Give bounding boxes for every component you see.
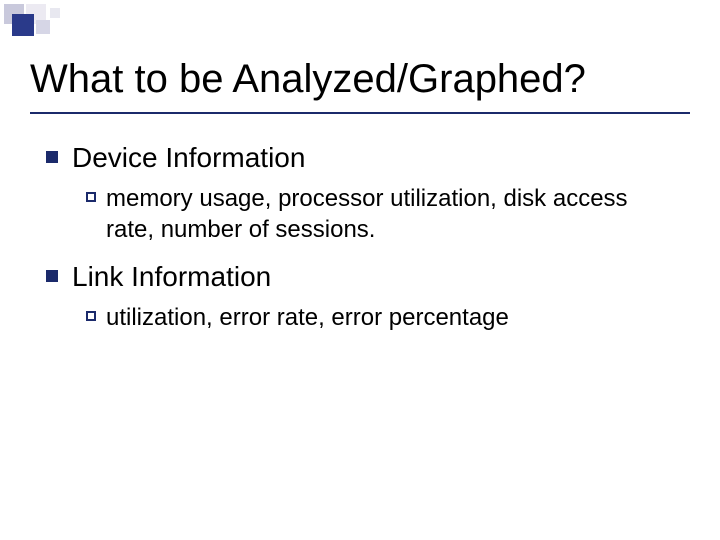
hollow-square-bullet-icon	[86, 192, 96, 202]
list-item-label: Device Information	[72, 140, 305, 175]
body-area: Device Information memory usage, process…	[46, 140, 680, 334]
sub-list-item-label: utilization, error rate, error percentag…	[106, 302, 509, 333]
title-underline	[30, 112, 690, 114]
list-item: Link Information utilization, error rate…	[46, 259, 680, 333]
square-bullet-icon	[46, 270, 58, 282]
title-area: What to be Analyzed/Graphed?	[30, 56, 690, 102]
sub-list-item: utilization, error rate, error percentag…	[86, 302, 680, 333]
list-item: Device Information memory usage, process…	[46, 140, 680, 245]
sub-list-item: memory usage, processor utilization, dis…	[86, 183, 680, 245]
slide: What to be Analyzed/Graphed? Device Info…	[0, 0, 720, 540]
hollow-square-bullet-icon	[86, 311, 96, 321]
list-item-label: Link Information	[72, 259, 271, 294]
sub-list-item-label: memory usage, processor utilization, dis…	[106, 183, 666, 245]
square-bullet-icon	[46, 151, 58, 163]
slide-title: What to be Analyzed/Graphed?	[30, 56, 690, 102]
